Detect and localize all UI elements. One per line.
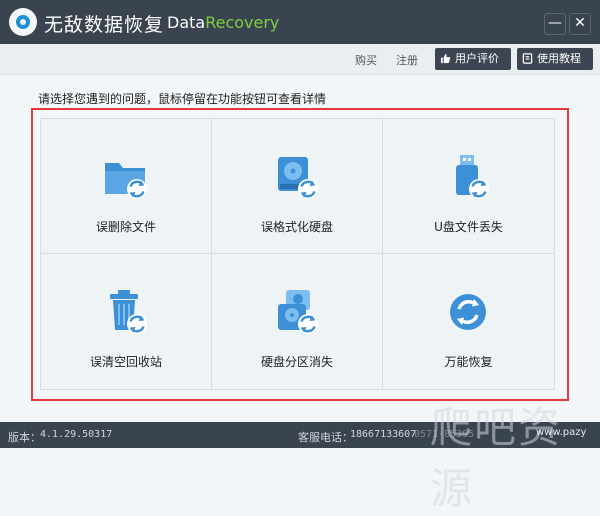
minimize-button[interactable]: — xyxy=(544,13,566,35)
close-button[interactable]: ✕ xyxy=(569,13,591,35)
app-title-english-part1: Data xyxy=(167,13,206,32)
buy-link[interactable]: 购买 xyxy=(355,52,377,68)
service-phone-value: 18667133607 xyxy=(350,429,417,440)
user-review-button[interactable]: 用户评价 xyxy=(435,48,511,70)
tutorial-label: 使用教程 xyxy=(537,52,581,65)
tutorial-button[interactable]: 使用教程 xyxy=(517,48,593,70)
app-title-english-part2: Recovery xyxy=(205,13,280,32)
thumbs-up-icon xyxy=(440,53,451,64)
user-review-label: 用户评价 xyxy=(455,52,499,65)
app-logo-icon xyxy=(9,8,37,36)
service-phone-label: 客服电话： xyxy=(298,431,353,444)
watermark: 爬吧资源 xyxy=(430,403,563,513)
instruction-text: 请选择您遇到的问题，鼠标停留在功能按钮可查看详情 xyxy=(38,92,327,106)
app-title-english: DataRecovery xyxy=(167,13,279,32)
title-bar: 无敌数据恢复 DataRecovery — ✕ xyxy=(0,0,600,44)
version-value: 4.1.29.50317 xyxy=(40,429,113,440)
watermark-url: www.pazy xyxy=(536,427,587,438)
top-toolbar: 购买 注册 用户评价 使用教程 xyxy=(0,44,600,75)
app-title: 无敌数据恢复 xyxy=(44,14,165,36)
highlight-frame xyxy=(31,108,569,401)
register-link[interactable]: 注册 xyxy=(396,52,418,68)
version-label: 版本： xyxy=(8,431,41,444)
book-icon xyxy=(522,53,533,64)
